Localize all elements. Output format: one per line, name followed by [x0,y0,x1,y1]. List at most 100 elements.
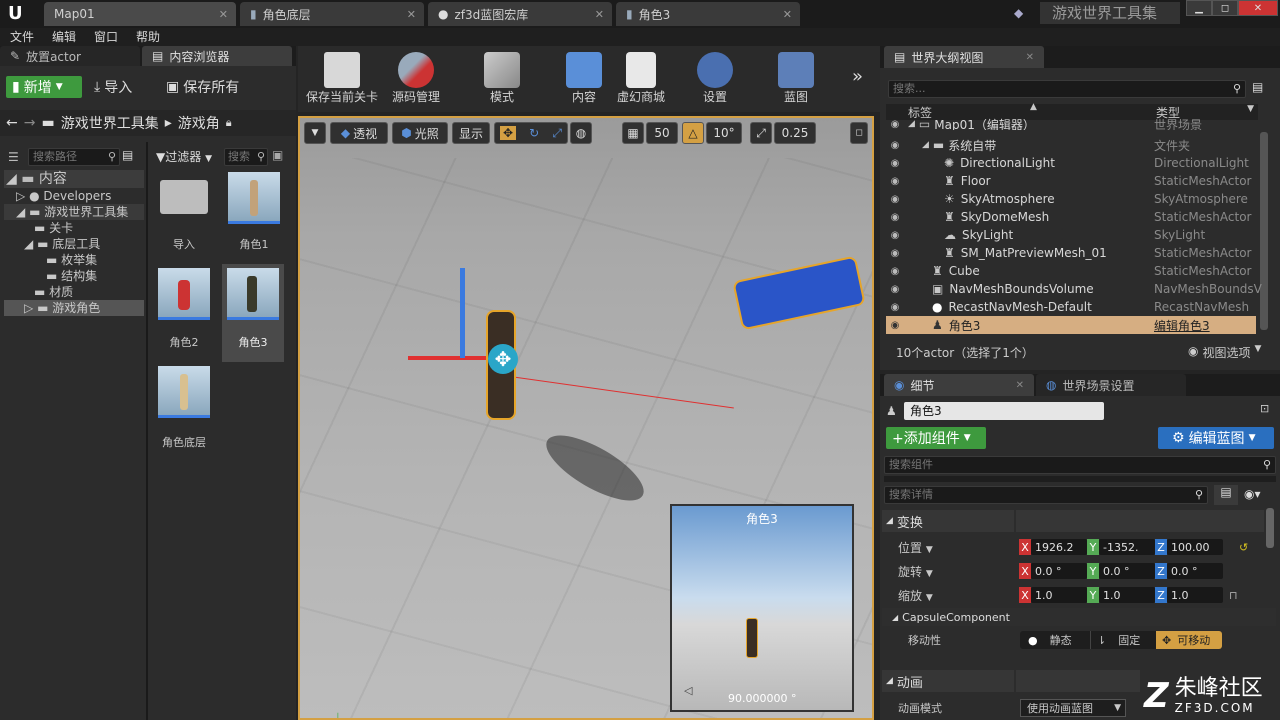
eye-icon[interactable]: ◉ [886,158,904,169]
breadcrumb-item[interactable]: 游戏世界工具集 [61,113,159,133]
tree-item-structs[interactable]: ▬ 结构集 [4,268,144,284]
close-icon[interactable]: ✕ [783,8,792,21]
lit-button[interactable]: ⬢ 光照 [392,122,448,144]
scale-x-field[interactable]: 1.0 [1031,587,1087,603]
tab-world-settings[interactable]: ◍ 世界场景设置 [1036,374,1186,396]
add-new-button[interactable]: ▮ 新增 ▼ [6,76,82,98]
close-window-button[interactable]: ✕ [1238,0,1278,16]
outliner-scrollbar[interactable] [1260,132,1268,330]
rotation-label[interactable]: 旋转 ▼ [898,563,1016,580]
eye-icon[interactable]: ◉ [886,140,904,151]
asset-tile[interactable]: 角色1 [224,170,284,256]
save-all-button[interactable]: ▣ 保存所有 [166,76,239,98]
mobility-movable-option[interactable]: ✥ 可移动 [1156,631,1222,649]
lock-icon[interactable]: 🔒︎ [226,116,232,130]
rotation-snap-value[interactable]: 10° [706,122,742,144]
outliner-row-skylight[interactable]: ◉ ☁ SkyLight SkyLight [886,226,1258,244]
asset-search-input[interactable]: 搜索 ⚲ [224,148,268,166]
eye-icon[interactable]: ◉ [886,119,904,130]
asset-tile[interactable]: 角色底层 [154,364,214,454]
maximize-viewport-button[interactable]: ◻ [850,122,868,144]
outliner-search-input[interactable]: 搜索... ⚲ [888,80,1246,98]
blueprint-button[interactable]: 蓝图 [768,48,824,108]
animation-section-header[interactable]: ◢ 动画 [882,670,1014,692]
z-axis-arrow[interactable] [460,268,465,358]
toolbar-overflow-icon[interactable]: » [852,66,863,87]
location-y-field[interactable]: -1352. [1099,539,1155,555]
collapse-icon[interactable]: ◢ [24,237,33,251]
import-button[interactable]: ⤓ 导入 [94,76,132,98]
scale-snap-value[interactable]: 0.25 [774,122,816,144]
list-view-icon[interactable]: ▤ [122,148,133,162]
transform-section-header[interactable]: ◢ 变换 [882,510,1014,532]
anim-mode-dropdown[interactable]: 使用动画蓝图 ▼ [1020,699,1126,717]
tab-content-browser[interactable]: ▤ 内容浏览器 [142,46,292,66]
save-level-button[interactable]: 保存当前关卡 [304,48,380,108]
filter-button[interactable]: ▼过滤器 ▼ [156,148,212,165]
outliner-row-cube[interactable]: ◉ ♜ Cube StaticMeshActor [886,262,1258,280]
search-path-input[interactable]: 搜索路径 ⚲ [28,148,120,166]
rotation-y-field[interactable]: 0.0 ° [1099,563,1155,579]
scale-snap-toggle[interactable]: ⤢ [750,122,772,144]
rotation-z-field[interactable]: 0.0 ° [1167,563,1223,579]
tab-character-base[interactable]: ▮ 角色底层 ✕ [240,2,424,26]
chevron-down-icon[interactable]: ▼ [1247,104,1254,114]
rotation-x-field[interactable]: 0.0 ° [1031,563,1087,579]
tree-toggle-icon[interactable]: ☰ [8,150,19,164]
close-icon[interactable]: ✕ [219,8,228,21]
close-icon[interactable]: ✕ [595,8,604,21]
menu-edit[interactable]: 编辑 [52,28,76,46]
menu-window[interactable]: 窗口 [94,28,118,46]
tree-item-levels[interactable]: ▬ 关卡 [4,220,144,236]
outliner-settings-icon[interactable]: ▤ [1252,80,1263,94]
expand-icon[interactable]: ▷ [16,189,25,203]
search-components-input[interactable]: 搜索组件 ⚲ [884,456,1276,474]
edit-blueprint-button[interactable]: ⚙ 编辑蓝图 ▼ [1158,427,1274,449]
eye-icon[interactable]: ◉ [886,266,904,277]
tab-map01[interactable]: Map01 ✕ [44,2,236,26]
rotate-tool-icon[interactable]: ↻ [529,126,539,140]
outliner-row-map[interactable]: ◉ ◢ ▭ Map01（编辑器） 世界场景 [886,118,1258,130]
source-control-button[interactable]: 源码管理 [386,48,446,108]
outliner-row-folder[interactable]: ◉ ◢ ▬ 系统自带 文件夹 [886,136,1258,154]
level-viewport[interactable]: ✥ 角色3 ◁ 90.000000 ° ⊥ [298,116,874,720]
tree-item-developers[interactable]: ▷ ● Developers [4,188,144,204]
location-x-field[interactable]: 1926.2 [1031,539,1087,555]
marketplace-button[interactable]: 虚幻商城 [612,48,670,108]
close-icon[interactable]: ✕ [1016,380,1024,391]
scale-label[interactable]: 缩放 ▼ [898,587,1016,604]
source-control-status-icon[interactable]: ◆ [1014,6,1023,20]
tab-place-actor[interactable]: ✎ 放置actor [0,46,140,66]
panel-divider[interactable] [146,142,148,720]
asset-tile-selected[interactable]: 角色3 [222,264,284,362]
outliner-row-floor[interactable]: ◉ ♜ Floor StaticMeshActor [886,172,1258,190]
tab-zf3d-macro-lib[interactable]: ● zf3d蓝图宏库 ✕ [428,2,612,26]
outliner-row-matpreviewmesh[interactable]: ◉ ♜ SM_MatPreviewMesh_01 StaticMeshActor [886,244,1258,262]
menu-file[interactable]: 文件 [10,28,34,46]
collapse-icon[interactable]: ◢ [6,171,17,187]
modes-button[interactable]: 模式 [474,48,530,108]
world-local-toggle[interactable]: ◍ [570,122,592,144]
scale-tool-icon[interactable]: ⤢ [552,126,562,141]
tab-character3[interactable]: ▮ 角色3 ✕ [616,2,800,26]
expand-icon[interactable]: ▷ [24,301,33,315]
breadcrumb-item[interactable]: 游戏角 [178,113,220,133]
reset-to-default-icon[interactable]: ↺ [1239,541,1248,554]
eye-icon[interactable]: ◉ [886,212,904,223]
eye-icon[interactable]: ◉ [886,176,904,187]
scale-y-field[interactable]: 1.0 [1099,587,1155,603]
outliner-row-character3-selected[interactable]: ◉ ♟ 角色3 编辑角色3 [886,316,1256,334]
add-component-button[interactable]: +添加组件 ▼ [886,427,986,449]
tree-item-enums[interactable]: ▬ 枚举集 [4,252,144,268]
save-search-icon[interactable]: ▣ [272,148,283,162]
eye-icon[interactable]: ◉ [886,302,904,313]
back-arrow-icon[interactable]: ← [6,115,18,131]
move-gizmo-icon[interactable]: ✥ [488,344,518,374]
tree-item-game-characters[interactable]: ▷ ▬ 游戏角色 [4,300,144,316]
outliner-row-directionallight[interactable]: ◉ ✺ DirectionalLight DirectionalLight [886,154,1258,172]
mobility-static-option[interactable]: ● 静态 [1020,631,1090,649]
search-details-input[interactable]: 搜索详情 ⚲ [884,486,1208,504]
perspective-button[interactable]: ◆ 透视 [330,122,388,144]
outliner-row-skydomemesh[interactable]: ◉ ♜ SkyDomeMesh StaticMeshActor [886,208,1258,226]
tab-world-outliner[interactable]: ▤ 世界大纲视图 ✕ [884,46,1044,68]
